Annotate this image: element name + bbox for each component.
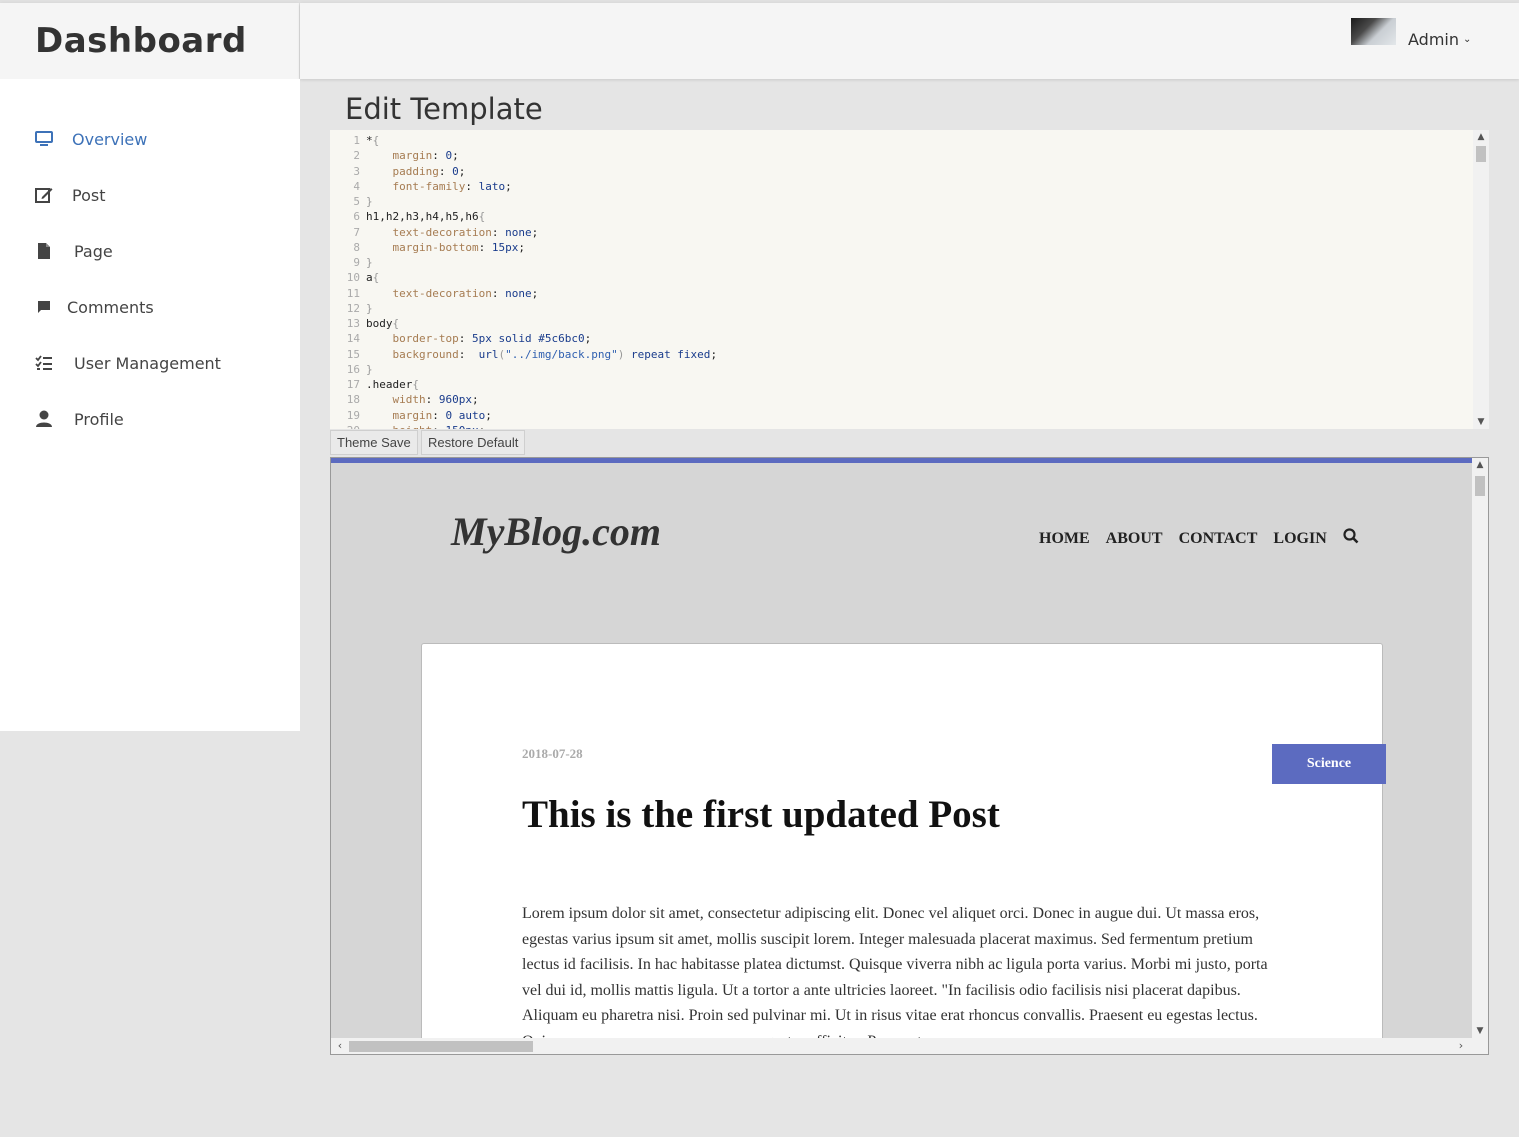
- file-icon: [34, 241, 54, 261]
- line-number: 14: [346, 332, 360, 346]
- blog-logo[interactable]: MyBlog.com: [451, 508, 661, 555]
- post-category-badge[interactable]: Science: [1272, 744, 1386, 784]
- user-avatar[interactable]: [1351, 18, 1396, 45]
- line-number: 8: [353, 240, 360, 254]
- preview-vertical-scrollbar[interactable]: ▲ ▼: [1472, 458, 1488, 1038]
- edit-icon: [34, 185, 54, 205]
- preview-vscroll-thumb[interactable]: [1475, 476, 1485, 496]
- blog-nav-contact[interactable]: CONTACT: [1179, 530, 1258, 548]
- code-line: }: [366, 195, 373, 208]
- sidebar-item-comments[interactable]: Comments: [34, 297, 154, 317]
- code-content[interactable]: *{ margin: 0; padding: 0; font-family: l…: [366, 133, 717, 429]
- comment-icon: [34, 297, 54, 317]
- brand-title: Dashboard: [35, 21, 247, 61]
- page-title: Edit Template: [345, 92, 543, 126]
- sidebar-item-post[interactable]: Post: [34, 185, 105, 205]
- sidebar-item-label: User Management: [74, 353, 221, 373]
- code-line: .header{: [366, 378, 419, 391]
- code-line: height: 150px;: [366, 423, 717, 429]
- line-number: 15: [346, 347, 360, 361]
- editor-scroll-thumb[interactable]: [1476, 146, 1486, 162]
- top-header: Admin ⌄: [300, 3, 1519, 79]
- line-number: 17: [346, 378, 360, 391]
- code-line: }: [366, 301, 373, 315]
- code-line: }: [366, 362, 373, 376]
- post-title[interactable]: This is the first updated Post: [522, 792, 1000, 837]
- scroll-up-icon[interactable]: ▲: [1472, 460, 1488, 470]
- scroll-left-icon[interactable]: ‹: [333, 1039, 347, 1052]
- post-card: 2018-07-28 Science This is the first upd…: [421, 643, 1386, 1054]
- sidebar-item-label: Comments: [67, 297, 154, 317]
- code-line: background: url("../img/back.png") repea…: [392, 347, 718, 361]
- line-number: 18: [346, 393, 360, 407]
- brand-area: Dashboard: [0, 3, 299, 79]
- list-check-icon: [34, 353, 54, 373]
- search-icon[interactable]: [1343, 528, 1359, 549]
- scroll-down-icon[interactable]: ▼: [1473, 417, 1489, 427]
- blog-nav: HOME ABOUT CONTACT LOGIN: [1039, 528, 1359, 549]
- preview-hscroll-thumb[interactable]: [349, 1041, 533, 1052]
- monitor-icon: [34, 129, 54, 149]
- theme-preview: MyBlog.com HOME ABOUT CONTACT LOGIN 2018…: [330, 457, 1489, 1055]
- line-number: 13: [346, 317, 360, 330]
- preview-accent-border: [331, 458, 1472, 463]
- blog-nav-about[interactable]: ABOUT: [1106, 530, 1163, 548]
- line-numbers: 1234567891011121314151617181920: [330, 133, 360, 429]
- chevron-down-icon: ⌄: [1463, 34, 1472, 45]
- line-number: 5: [353, 195, 360, 208]
- code-line: body{: [366, 317, 400, 330]
- sidebar-item-page[interactable]: Page: [34, 241, 113, 261]
- code-line: margin: 0;: [392, 149, 459, 163]
- sidebar-item-label: Profile: [74, 409, 124, 429]
- line-number: 16: [346, 362, 360, 376]
- code-line: h1,h2,h3,h4,h5,h6{: [366, 210, 486, 224]
- code-line: }: [366, 256, 373, 269]
- post-body: Lorem ipsum dolor sit amet, consectetur …: [522, 905, 1268, 1050]
- line-number: 12: [346, 301, 360, 315]
- sidebar-item-overview[interactable]: Overview: [34, 129, 147, 149]
- code-line: border-top: 5px solid #5c6bc0;: [392, 332, 592, 346]
- blog-nav-login[interactable]: LOGIN: [1273, 530, 1326, 548]
- user-menu[interactable]: Admin ⌄: [1408, 30, 1471, 49]
- code-line: width: 960px;: [392, 393, 479, 407]
- code-line: padding: 0;: [392, 164, 466, 178]
- code-line: margin: 0 auto;: [392, 408, 492, 422]
- line-number: 3: [353, 164, 360, 178]
- code-line: text-decoration: none;: [392, 286, 539, 300]
- line-number: 11: [346, 286, 360, 300]
- line-number: 6: [353, 210, 360, 224]
- code-line: a{: [366, 271, 380, 285]
- sidebar-item-label: Post: [72, 185, 106, 205]
- blog-nav-home[interactable]: HOME: [1039, 530, 1090, 548]
- code-line: margin-bottom: 15px;: [392, 240, 525, 254]
- user-icon: [34, 409, 54, 429]
- scroll-right-icon[interactable]: ›: [1454, 1039, 1468, 1052]
- code-line: text-decoration: none;: [392, 225, 539, 239]
- editor-scrollbar[interactable]: ▲ ▼: [1473, 130, 1489, 429]
- line-number: 10: [346, 271, 360, 285]
- user-name: Admin: [1408, 30, 1459, 49]
- code-editor[interactable]: 1234567891011121314151617181920 *{ margi…: [330, 130, 1489, 429]
- sidebar: Overview Post Page Comments User Managem…: [0, 79, 300, 731]
- line-number: 4: [353, 179, 360, 193]
- scroll-down-icon[interactable]: ▼: [1472, 1026, 1488, 1036]
- code-line: font-family: lato;: [392, 179, 512, 193]
- line-number: 1: [353, 134, 360, 147]
- theme-save-button[interactable]: Theme Save: [330, 430, 418, 455]
- line-number: 7: [353, 225, 360, 239]
- sidebar-item-profile[interactable]: Profile: [34, 409, 124, 429]
- line-number: 2: [353, 149, 360, 163]
- line-number: 9: [353, 256, 360, 269]
- preview-horizontal-scrollbar[interactable]: ‹ ›: [331, 1038, 1488, 1054]
- line-number: 20: [330, 423, 360, 429]
- sidebar-item-user-management[interactable]: User Management: [34, 353, 221, 373]
- scroll-up-icon[interactable]: ▲: [1473, 132, 1489, 142]
- line-number: 19: [346, 408, 360, 422]
- sidebar-item-label: Page: [74, 241, 113, 261]
- sidebar-item-label: Overview: [72, 129, 148, 149]
- code-line: *{: [366, 134, 380, 147]
- post-date: 2018-07-28: [522, 746, 583, 761]
- restore-default-button[interactable]: Restore Default: [421, 430, 526, 455]
